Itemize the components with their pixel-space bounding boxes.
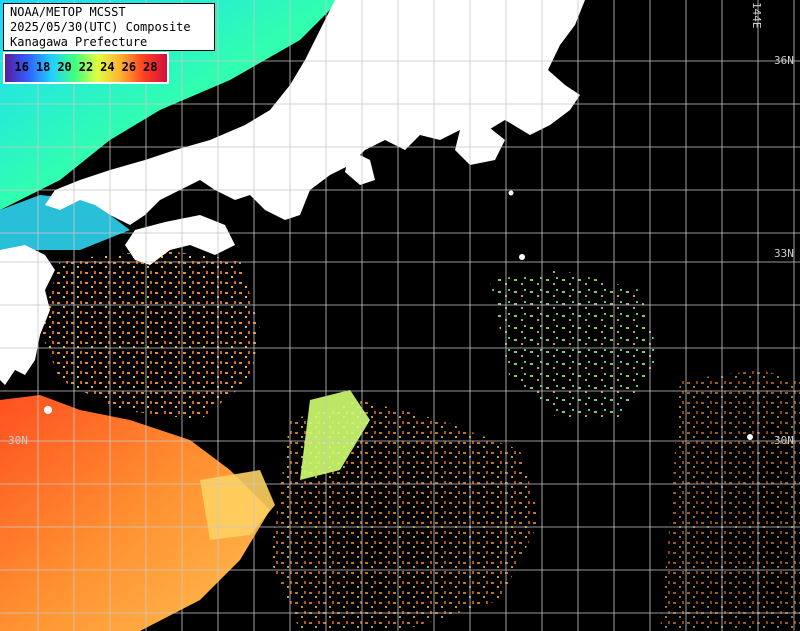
lat-label-36n: 36N — [774, 54, 794, 67]
lat-label-30n-left: 30N — [8, 434, 28, 447]
lat-label-33n: 33N — [774, 247, 794, 260]
color-legend: 16 18 20 22 24 26 28 — [3, 52, 169, 84]
land-island-3 — [508, 190, 514, 196]
land-island-2 — [519, 254, 525, 260]
lon-label-144e: 144E — [750, 2, 763, 29]
legend-tick: 22 — [78, 60, 94, 74]
legend-tick: 24 — [100, 60, 115, 74]
title-line-1: NOAA/METOP MCSST — [10, 5, 126, 19]
legend-tick: 26 — [121, 60, 137, 74]
legend-tick: 28 — [143, 60, 158, 74]
legend-tick-labels: 16 18 20 22 24 26 28 — [5, 60, 167, 74]
title-line-2: 2025/05/30(UTC) Composite — [10, 20, 191, 34]
title-box: NOAA/METOP MCSST 2025/05/30(UTC) Composi… — [3, 3, 215, 51]
land-island-4 — [747, 434, 753, 440]
legend-tick: 20 — [57, 60, 72, 74]
legend-tick: 18 — [35, 60, 51, 74]
legend-tick: 16 — [14, 60, 29, 74]
land-island-1 — [44, 406, 52, 414]
sea-speckle-far-east — [660, 370, 800, 631]
lat-label-30n-right: 30N — [774, 434, 794, 447]
sst-map — [0, 0, 800, 631]
title-line-3: Kanagawa Prefecture — [10, 35, 148, 49]
